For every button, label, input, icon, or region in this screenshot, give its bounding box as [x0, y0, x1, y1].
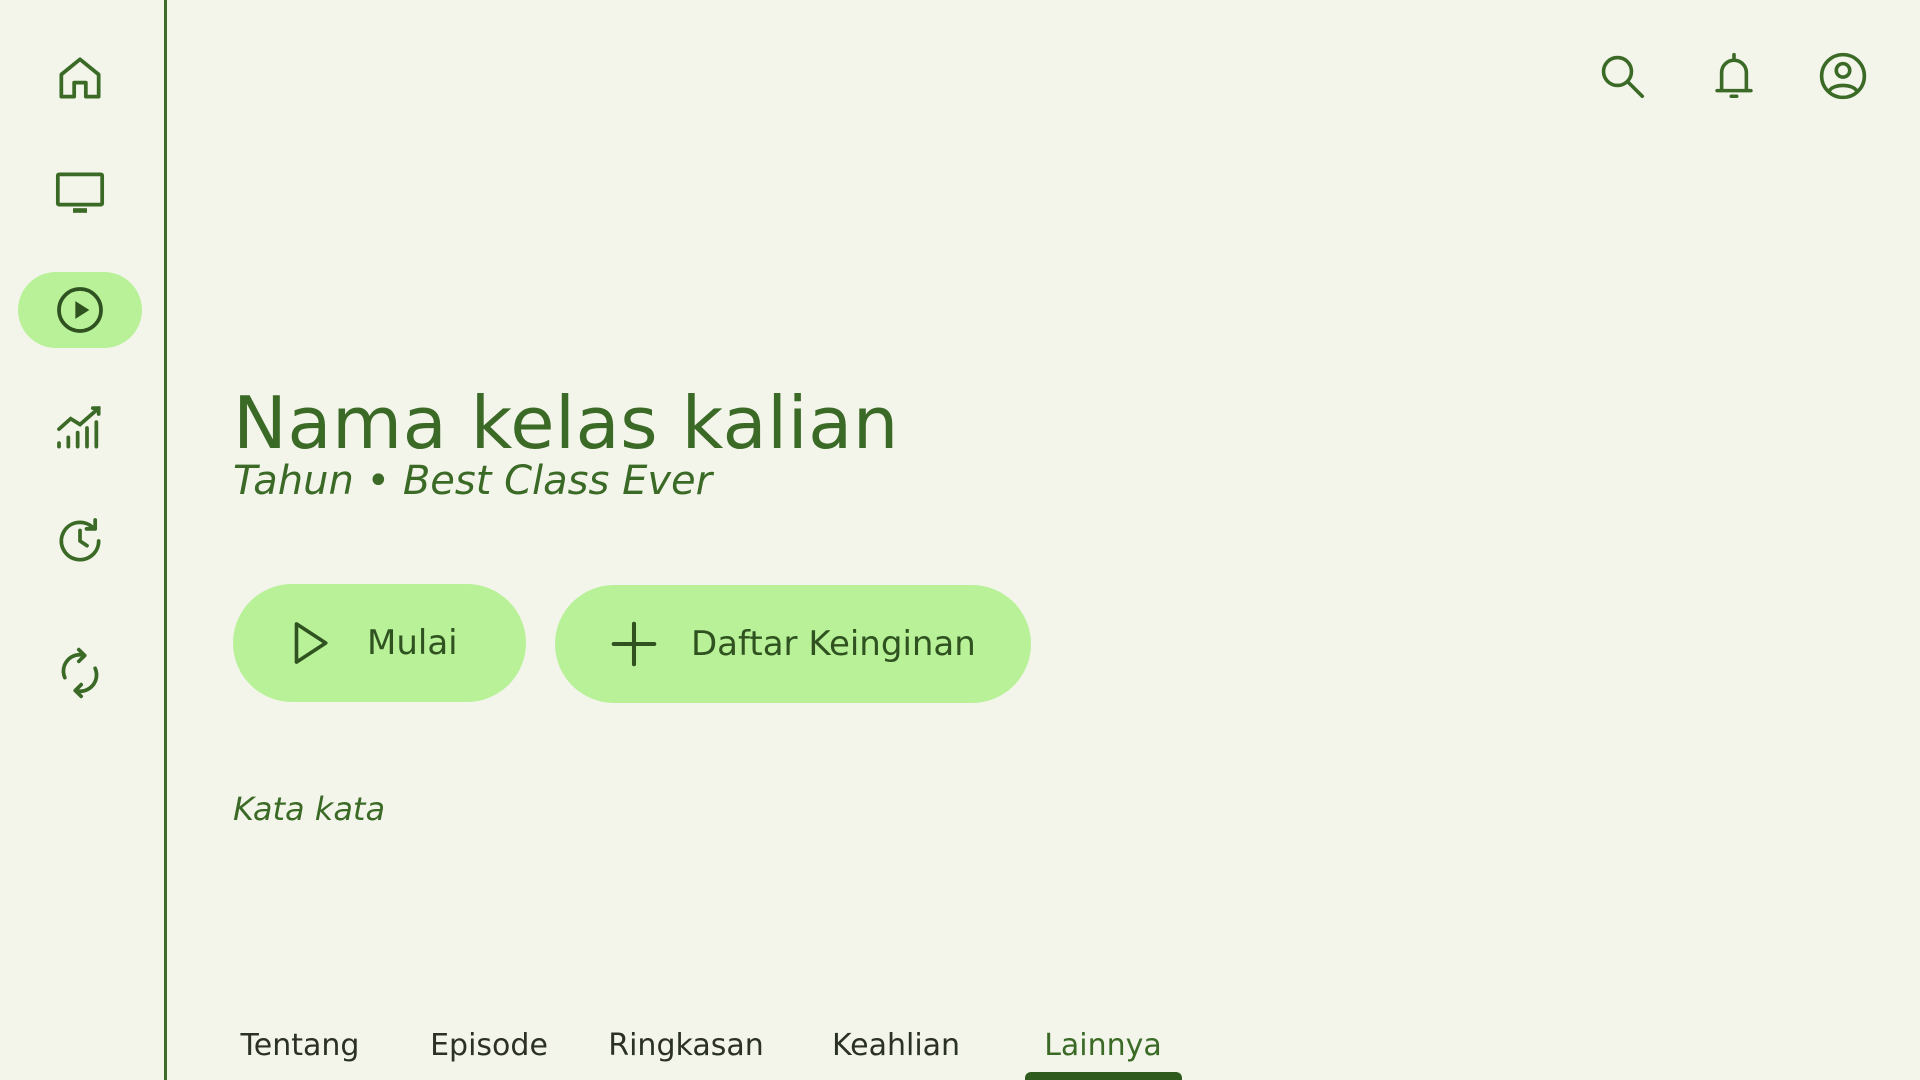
play-icon	[283, 616, 337, 670]
page-title: Nama kelas kalian	[233, 381, 899, 465]
sync-icon	[61, 647, 99, 699]
search-button[interactable]	[1592, 46, 1652, 106]
add-to-wishlist-button[interactable]: Daftar Keinginan	[555, 585, 1031, 703]
tab-bar: Tentang Episode Ringkasan Keahlian Lainn…	[0, 1020, 1920, 1080]
wishlist-button-label: Daftar Keinginan	[691, 624, 976, 664]
sidebar-item-sync[interactable]	[18, 635, 142, 711]
notifications-button[interactable]	[1704, 46, 1764, 106]
tab-lainnya[interactable]: Lainnya	[1044, 1028, 1162, 1063]
analytics-icon	[57, 406, 101, 449]
start-button[interactable]: Mulai	[233, 584, 526, 702]
play-circle-icon	[57, 287, 103, 333]
active-tab-indicator	[1025, 1072, 1182, 1080]
plus-icon	[607, 617, 661, 671]
account-circle-icon	[1819, 52, 1867, 100]
tv-icon	[55, 172, 105, 213]
account-button[interactable]	[1813, 46, 1873, 106]
tab-ringkasan[interactable]: Ringkasan	[608, 1028, 764, 1063]
search-icon	[1601, 55, 1645, 99]
tab-tentang[interactable]: Tentang	[241, 1028, 360, 1063]
page-subtitle: Tahun • Best Class Ever	[233, 458, 713, 504]
description-text: Kata kata	[233, 790, 386, 828]
notification-bell-icon	[1715, 52, 1753, 99]
sidebar-nav	[0, 0, 167, 1080]
sidebar-item-home[interactable]	[18, 40, 142, 116]
start-button-label: Mulai	[367, 623, 458, 663]
history-icon	[59, 518, 101, 562]
app-window: Nama kelas kalian Tahun • Best Class Eve…	[0, 0, 1920, 1080]
sidebar-item-analytics[interactable]	[18, 390, 142, 466]
home-icon	[59, 57, 101, 99]
sidebar-item-history[interactable]	[18, 503, 142, 579]
tab-episode[interactable]: Episode	[430, 1028, 548, 1063]
tab-keahlian[interactable]: Keahlian	[832, 1028, 960, 1063]
sidebar-item-play[interactable]	[18, 272, 142, 348]
sidebar-item-tv[interactable]	[18, 155, 142, 231]
